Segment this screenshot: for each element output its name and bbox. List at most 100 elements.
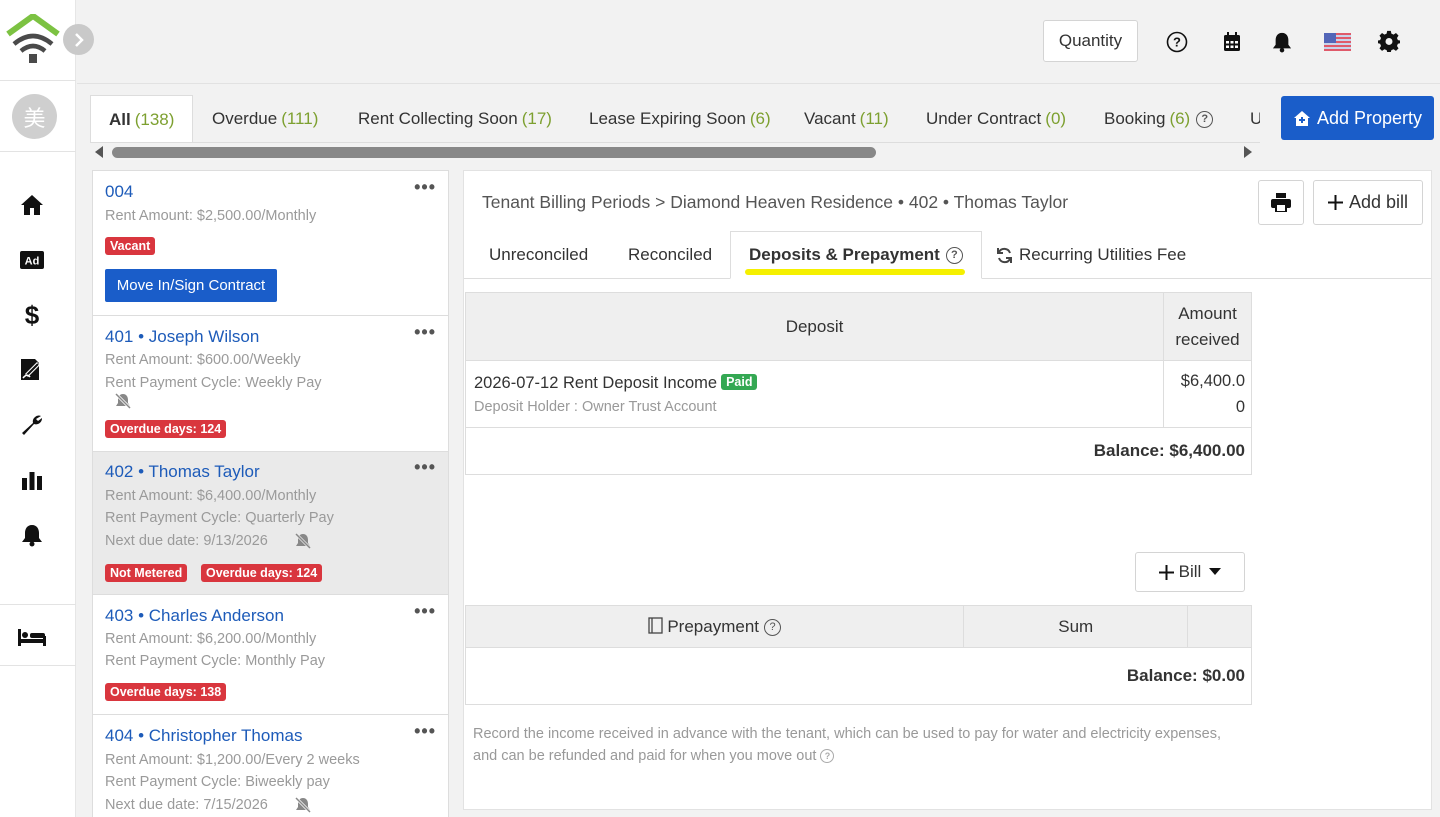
- tab-booking[interactable]: Booking (6)?: [1104, 95, 1214, 142]
- tabs-scrollbar[interactable]: [90, 143, 1260, 161]
- tab-all[interactable]: All (138): [90, 95, 194, 142]
- property-card[interactable]: 403 • Charles Anderson ••• Rent Amount: …: [93, 595, 448, 715]
- property-list: 004 ••• Rent Amount: $2,500.00/Monthly V…: [92, 170, 449, 817]
- tab-count: (6): [1169, 109, 1191, 128]
- paid-badge: Paid: [721, 373, 758, 390]
- column-header-amount-received: Amount received: [1163, 292, 1252, 361]
- tab-count: (111): [281, 109, 319, 128]
- more-options-icon[interactable]: •••: [414, 721, 436, 742]
- help-icon[interactable]: ?: [1165, 30, 1189, 54]
- tab-count: (17): [521, 109, 552, 128]
- help-icon[interactable]: ?: [945, 246, 963, 264]
- bed-icon[interactable]: [18, 623, 46, 651]
- calendar-icon[interactable]: [1220, 30, 1244, 54]
- help-icon[interactable]: ?: [764, 618, 782, 636]
- wrench-icon[interactable]: [18, 411, 46, 439]
- scrollbar-thumb[interactable]: [112, 147, 876, 158]
- tab-count: (11): [859, 109, 889, 128]
- tab-label: Vacant: [804, 109, 856, 128]
- amount-received: $6,400.0: [1180, 372, 1245, 390]
- rent-amount: Rent Amount: $1,200.00/Every 2 weeks: [105, 752, 360, 768]
- overdue-badge: Overdue days: 124: [201, 564, 323, 582]
- tab-more[interactable]: U: [1250, 95, 1260, 142]
- bell-icon[interactable]: [18, 521, 46, 549]
- refresh-icon: [997, 247, 1012, 263]
- scroll-right-icon[interactable]: [1243, 146, 1253, 158]
- tab-recurring-utilities-fee[interactable]: Recurring Utilities Fee: [996, 231, 1186, 279]
- property-title[interactable]: 004: [105, 182, 133, 202]
- chevron-right-icon: [74, 32, 84, 47]
- add-property-button[interactable]: Add Property: [1281, 96, 1434, 140]
- prepayment-table: Prepayment? Sum Balance: $0.00: [464, 605, 1252, 705]
- tab-count: (138): [134, 109, 175, 129]
- tab-label: Under Contract: [926, 109, 1042, 128]
- mute-notification-icon[interactable]: [114, 392, 132, 410]
- print-button[interactable]: [1258, 180, 1304, 225]
- rent-amount: Rent Amount: $600.00/Weekly: [105, 352, 301, 368]
- scroll-left-icon[interactable]: [94, 146, 104, 158]
- chart-icon[interactable]: [18, 466, 46, 494]
- app-logo-icon[interactable]: [6, 13, 60, 64]
- property-title[interactable]: 403 • Charles Anderson: [105, 606, 284, 626]
- tab-label: Rent Collecting Soon: [358, 109, 518, 128]
- contract-icon[interactable]: [18, 356, 46, 384]
- move-in-sign-contract-button[interactable]: Move In/Sign Contract: [105, 269, 277, 302]
- mute-notification-icon[interactable]: [294, 532, 312, 550]
- quantity-button[interactable]: Quantity: [1043, 20, 1138, 62]
- property-card[interactable]: 404 • Christopher Thomas ••• Rent Amount…: [93, 715, 448, 817]
- settings-icon[interactable]: [1377, 29, 1401, 53]
- tab-count: (6): [749, 109, 771, 128]
- printer-icon: [1271, 193, 1291, 212]
- bill-dropdown-button[interactable]: Bill: [1135, 552, 1245, 592]
- payment-cycle: Rent Payment Cycle: Monthly Pay: [105, 653, 326, 669]
- add-bill-button[interactable]: Add bill: [1313, 180, 1423, 225]
- notification-icon[interactable]: [1270, 30, 1294, 54]
- help-icon[interactable]: ?: [1196, 110, 1214, 128]
- highlight-underline: [745, 269, 965, 275]
- plus-icon: [1158, 564, 1174, 580]
- property-title[interactable]: 401 • Joseph Wilson: [105, 327, 259, 347]
- tab-unreconciled[interactable]: Unreconciled: [489, 231, 588, 279]
- tab-overdue[interactable]: Overdue (111): [212, 95, 319, 142]
- tab-rent-collecting-soon[interactable]: Rent Collecting Soon (17): [358, 95, 552, 142]
- avatar-initial: 美: [23, 105, 46, 131]
- property-title[interactable]: 404 • Christopher Thomas: [105, 726, 302, 746]
- bill-label: Bill: [1178, 562, 1202, 581]
- deposit-title[interactable]: 2026-07-12 Rent Deposit Income: [474, 374, 717, 392]
- sidebar-toggle-button[interactable]: [63, 24, 94, 55]
- mute-notification-icon[interactable]: [294, 796, 312, 814]
- home-icon[interactable]: [18, 191, 46, 219]
- more-options-icon[interactable]: •••: [414, 457, 436, 478]
- column-header-prepayment: Prepayment?: [464, 605, 965, 648]
- property-title[interactable]: 402 • Thomas Taylor: [105, 462, 260, 482]
- tab-count: (0): [1045, 109, 1067, 128]
- rent-amount: Rent Amount: $6,200.00/Monthly: [105, 631, 317, 647]
- us-flag-icon[interactable]: [1323, 30, 1351, 54]
- next-due-date: Next due date: 7/15/2026: [105, 797, 268, 813]
- ad-icon[interactable]: Ad: [18, 246, 46, 274]
- svg-text:?: ?: [1173, 35, 1181, 50]
- plus-icon: [1327, 195, 1343, 210]
- help-icon[interactable]: ?: [820, 749, 835, 764]
- amount-received-wrap: 0: [1235, 398, 1245, 416]
- more-options-icon[interactable]: •••: [414, 177, 436, 198]
- prepayment-label: Prepayment: [667, 616, 760, 636]
- table-row[interactable]: 2026-07-12 Rent Deposit Income Paid Depos…: [464, 360, 1252, 428]
- svg-text:$: $: [25, 302, 40, 328]
- dollar-icon[interactable]: $: [18, 301, 46, 329]
- avatar[interactable]: 美: [12, 94, 57, 139]
- tab-reconciled[interactable]: Reconciled: [628, 231, 712, 279]
- status-badge: Vacant: [105, 237, 156, 255]
- column-header-sum: Sum: [963, 605, 1189, 648]
- more-options-icon[interactable]: •••: [414, 322, 436, 343]
- tab-vacant[interactable]: Vacant (11): [804, 95, 889, 142]
- more-options-icon[interactable]: •••: [414, 601, 436, 622]
- column-header-actions: [1187, 605, 1252, 648]
- tab-lease-expiring-soon[interactable]: Lease Expiring Soon (6): [589, 95, 771, 142]
- add-property-label: Add Property: [1316, 107, 1423, 128]
- breadcrumb[interactable]: Tenant Billing Periods > Diamond Heaven …: [482, 192, 1068, 213]
- property-card[interactable]: 004 ••• Rent Amount: $2,500.00/Monthly V…: [93, 171, 448, 316]
- tab-under-contract[interactable]: Under Contract (0): [926, 95, 1067, 142]
- property-card-selected[interactable]: 402 • Thomas Taylor ••• Rent Amount: $6,…: [93, 452, 448, 595]
- property-card[interactable]: 401 • Joseph Wilson ••• Rent Amount: $60…: [93, 316, 448, 452]
